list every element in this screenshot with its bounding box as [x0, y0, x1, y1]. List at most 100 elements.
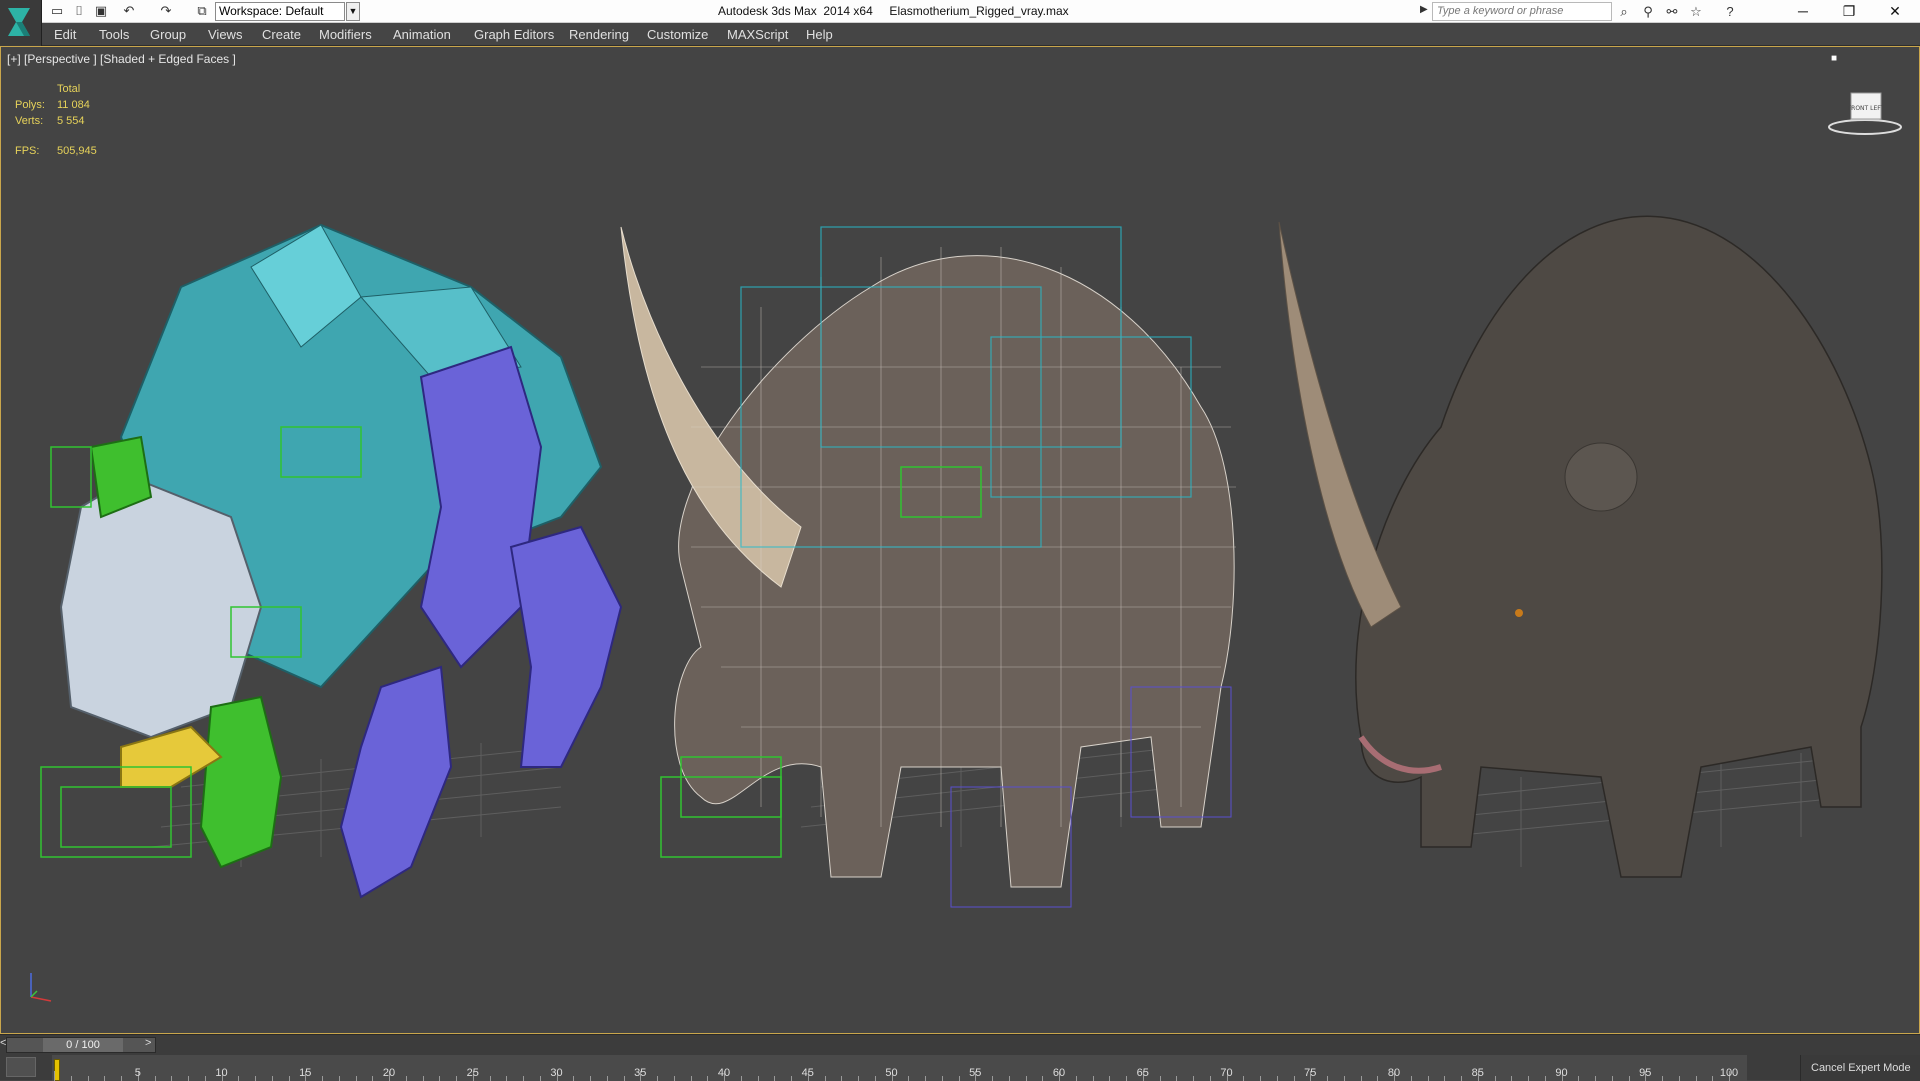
- menu-maxscript[interactable]: MAXScript: [727, 27, 788, 42]
- star-icon[interactable]: ☆: [1686, 2, 1706, 21]
- timeline-tick: [1712, 1076, 1714, 1081]
- prev-frame-button[interactable]: <: [0, 1037, 6, 1049]
- expand-search-icon[interactable]: ▶: [1420, 4, 1428, 15]
- timeline-tick: [1678, 1076, 1680, 1081]
- timeline-tick: [690, 1076, 692, 1081]
- menu-customize[interactable]: Customize: [647, 27, 708, 42]
- timeline-tick: [1360, 1076, 1362, 1081]
- timeline-tick: [707, 1076, 709, 1081]
- wireframe-rhino-model[interactable]: [620, 226, 1236, 908]
- menu-rendering[interactable]: Rendering: [569, 27, 629, 42]
- scene-canvas[interactable]: [1, 47, 1919, 1033]
- undo-icon[interactable]: ↶: [120, 2, 138, 20]
- timeline-tick: [506, 1076, 508, 1081]
- timeline-tick-label: 45: [801, 1067, 814, 1079]
- timeline-tick: [70, 1076, 72, 1081]
- timeline-tick: [925, 1076, 926, 1081]
- timeline-tick: [1327, 1076, 1328, 1081]
- timeline-tick: [1343, 1076, 1345, 1081]
- timeline-tick-label: 100: [1719, 1067, 1739, 1079]
- timeline-tick: [1377, 1076, 1379, 1081]
- timeline-tick: [1176, 1076, 1178, 1081]
- timeline-tick: [740, 1076, 742, 1081]
- chevron-down-icon[interactable]: ▼: [346, 2, 360, 21]
- connect-icon[interactable]: ⚯: [1662, 2, 1682, 21]
- menu-bar: Edit Tools Group Views Create Modifiers …: [42, 23, 1920, 46]
- timeline-tick: [539, 1076, 541, 1081]
- timeline-tick-label: 85: [1471, 1067, 1484, 1079]
- open-file-icon[interactable]: ⌷: [70, 2, 88, 20]
- timeline-tick: [824, 1076, 826, 1081]
- menu-graph-editors[interactable]: Graph Editors: [474, 27, 554, 42]
- timeline-tick: [992, 1076, 993, 1081]
- timeline-tick: [1126, 1076, 1127, 1081]
- minimize-button[interactable]: ─: [1780, 0, 1826, 22]
- restore-button[interactable]: ❐: [1826, 0, 1872, 22]
- timeline-tick: [1628, 1076, 1630, 1081]
- help-icon[interactable]: ?: [1720, 2, 1740, 21]
- timeline-tick: [1042, 1076, 1044, 1081]
- time-slider-thumb[interactable]: 0 / 100: [43, 1038, 123, 1052]
- timeline-tick: [1243, 1076, 1245, 1081]
- timeline-tick: [1595, 1076, 1596, 1081]
- timeline-tick: [1159, 1076, 1161, 1081]
- project-icon[interactable]: ⧉: [193, 2, 211, 20]
- menu-tools[interactable]: Tools: [99, 27, 129, 42]
- timeline-tick: [623, 1076, 625, 1081]
- timeline-tick: [1494, 1076, 1496, 1081]
- binoculars-icon[interactable]: ⌕: [1614, 2, 1634, 21]
- menu-modifiers[interactable]: Modifiers: [319, 27, 372, 42]
- timeline-tick-label: 90: [1555, 1067, 1568, 1079]
- timeline-tick-label: 5: [134, 1067, 141, 1079]
- search-tool-icon[interactable]: ⚲: [1638, 2, 1658, 21]
- timeline-tick-label: 50: [885, 1067, 898, 1079]
- close-button[interactable]: ✕: [1872, 0, 1918, 22]
- timeline-tick: [1528, 1076, 1529, 1081]
- timeline-tick: [774, 1076, 776, 1081]
- cancel-expert-mode-button[interactable]: Cancel Expert Mode: [1800, 1055, 1920, 1081]
- timeline-tick: [606, 1076, 608, 1081]
- timeline-tick: [573, 1076, 575, 1081]
- timeline-tick: [204, 1076, 206, 1081]
- timeline-tick: [1695, 1076, 1697, 1081]
- timeline-tick: [858, 1076, 859, 1081]
- menu-views[interactable]: Views: [208, 27, 242, 42]
- menu-create[interactable]: Create: [262, 27, 301, 42]
- menu-edit[interactable]: Edit: [54, 27, 76, 42]
- next-frame-button[interactable]: >: [145, 1037, 151, 1049]
- timeline-tick: [271, 1076, 273, 1081]
- timeline-tick: [1427, 1076, 1429, 1081]
- rendered-rhino-model[interactable]: [1278, 215, 1883, 878]
- workspace-dropdown[interactable]: Workspace: Default: [215, 2, 345, 21]
- menu-group[interactable]: Group: [150, 27, 186, 42]
- perspective-viewport[interactable]: [+] [Perspective ] [Shaded + Edged Faces…: [0, 46, 1920, 1034]
- timeline-tick-label: 10: [215, 1067, 228, 1079]
- timeline-tick: [1025, 1076, 1027, 1081]
- timeline-tick-label: 55: [969, 1067, 982, 1079]
- app-logo[interactable]: [0, 0, 42, 46]
- mini-curve-editor-icon[interactable]: [6, 1057, 36, 1077]
- time-slider[interactable]: 0 / 100: [6, 1037, 156, 1053]
- rig-proxy-model[interactable]: [40, 223, 623, 899]
- timeline-tick: [590, 1076, 591, 1081]
- timeline-tick: [1611, 1076, 1613, 1081]
- timeline-tick: [322, 1076, 323, 1081]
- timeline-tick: [1209, 1076, 1211, 1081]
- search-input[interactable]: Type a keyword or phrase: [1432, 2, 1612, 21]
- timeline-tick: [757, 1076, 759, 1081]
- timeline-tick: [439, 1076, 441, 1081]
- timeline-tick-label: 95: [1639, 1067, 1652, 1079]
- redo-icon[interactable]: ↷: [157, 2, 175, 20]
- track-bar[interactable]: 5 10 15 20 25 30 35 40 45 50 55 60 65 70 75 80 85 90 95 100: [52, 1055, 1747, 1081]
- menu-animation[interactable]: Animation: [393, 27, 451, 42]
- timeline-tick: [1260, 1076, 1261, 1081]
- timeline-tick-label: 35: [634, 1067, 647, 1079]
- timeline-tick: [841, 1076, 843, 1081]
- timeline-tick: [1293, 1076, 1295, 1081]
- timeline-tick: [1444, 1076, 1446, 1081]
- menu-help[interactable]: Help: [806, 27, 833, 42]
- 3dsmax-logo-icon: [8, 8, 30, 36]
- save-icon[interactable]: ▣: [92, 2, 110, 20]
- timeline-tick: [1075, 1076, 1077, 1081]
- new-file-icon[interactable]: ▭: [48, 2, 66, 20]
